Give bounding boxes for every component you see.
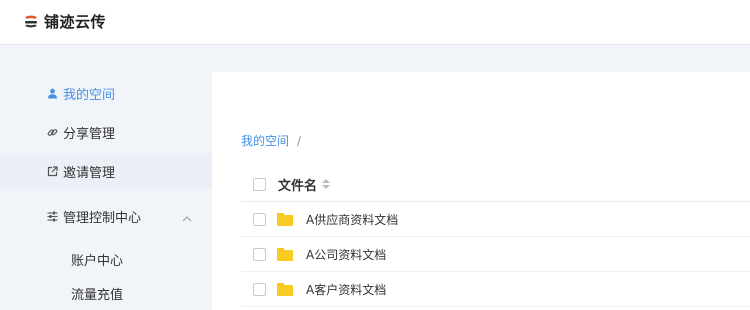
top-bar: 铺迹云传 [0, 0, 750, 45]
breadcrumb-root[interactable]: 我的空间 [241, 132, 289, 149]
logo-icon [22, 13, 40, 31]
breadcrumb: 我的空间 / [241, 132, 301, 149]
external-link-icon [46, 165, 58, 177]
table-row[interactable]: A客户资料文档 [241, 272, 750, 307]
file-panel: 我的空间 / 文件名 A供应商资料文档 A公司资料文档 A客户资料文档 [212, 72, 750, 310]
table-header: 文件名 [241, 167, 750, 202]
folder-icon [277, 282, 293, 296]
sidebar-subitem-account-center[interactable]: 账户中心 [0, 244, 212, 274]
row-checkbox[interactable] [253, 282, 266, 296]
sidebar-item-label: 分享管理 [63, 126, 116, 142]
chevron-up-icon[interactable] [182, 211, 192, 226]
sidebar-item-share[interactable]: 分享管理 [0, 114, 212, 150]
breadcrumb-separator: / [297, 133, 302, 148]
column-header-filename[interactable]: 文件名 [278, 175, 317, 194]
sliders-icon [46, 210, 58, 222]
sort-icon[interactable] [322, 178, 331, 190]
select-all-checkbox[interactable] [253, 177, 266, 191]
file-name[interactable]: A供应商资料文档 [306, 211, 398, 228]
sidebar-subitem-traffic-recharge[interactable]: 流量充值 [0, 278, 212, 308]
file-name[interactable]: A公司资料文档 [306, 246, 386, 263]
app-logo[interactable]: 铺迹云传 [22, 11, 106, 32]
file-name[interactable]: A客户资料文档 [306, 281, 386, 298]
sidebar: 我的空间 分享管理 邀请管理 管理控制中心 账户中心 流量充值 [0, 45, 212, 310]
sidebar-item-label: 邀请管理 [63, 165, 116, 181]
link-icon [46, 126, 58, 138]
folder-icon [277, 247, 293, 261]
sidebar-subitem-label: 流量充值 [71, 287, 124, 303]
row-checkbox[interactable] [253, 247, 266, 261]
table-row[interactable]: A公司资料文档 [241, 237, 750, 272]
brand-name: 铺迹云传 [44, 13, 107, 31]
sidebar-item-invite[interactable]: 邀请管理 [0, 153, 212, 189]
sidebar-item-admin-center[interactable]: 管理控制中心 [0, 198, 212, 234]
sidebar-subitem-label: 账户中心 [71, 253, 124, 269]
sidebar-item-my-space[interactable]: 我的空间 [0, 75, 212, 111]
sidebar-item-label: 管理控制中心 [63, 210, 142, 226]
user-icon [46, 87, 58, 99]
folder-icon [277, 212, 293, 226]
sidebar-item-label: 我的空间 [63, 87, 116, 103]
table-row[interactable]: A供应商资料文档 [241, 202, 750, 237]
row-checkbox[interactable] [253, 212, 266, 226]
